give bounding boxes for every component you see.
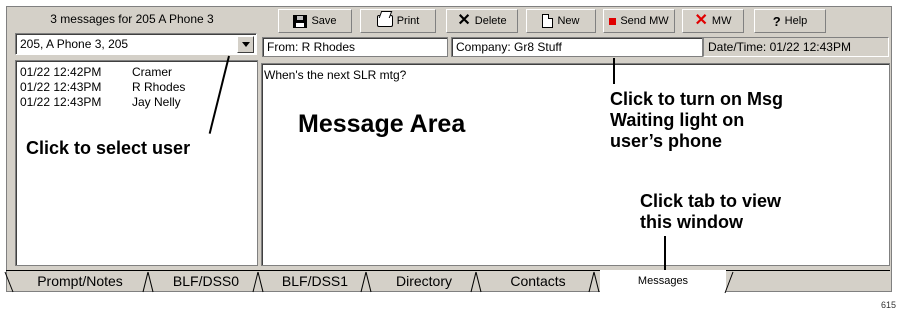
message-time: 01/22 12:43PM bbox=[20, 80, 102, 94]
user-select-dropdown[interactable]: 205, A Phone 3, 205 bbox=[15, 33, 257, 55]
send-mw-label: Send MW bbox=[620, 15, 669, 27]
tab-edge-icon bbox=[4, 271, 14, 293]
tab-messages[interactable]: Messages bbox=[600, 270, 734, 294]
mw-label: MW bbox=[711, 15, 732, 27]
red-square-icon bbox=[609, 17, 617, 25]
tab-edge-icon bbox=[142, 271, 154, 293]
toolbar: Save Print ✕ Delete New Send MW ✕ MW ? H… bbox=[270, 9, 830, 33]
message-count-label: 3 messages for 205 A Phone 3 bbox=[50, 12, 214, 26]
tab-edge-icon bbox=[252, 271, 264, 293]
save-label: Save bbox=[311, 15, 337, 27]
msg-waiting-annotation-line-1: Click to turn on Msg bbox=[610, 89, 783, 109]
printer-icon bbox=[376, 15, 393, 27]
message-area[interactable] bbox=[261, 63, 890, 266]
print-label: Print bbox=[396, 15, 420, 27]
tab-label: Prompt/Notes bbox=[37, 273, 123, 289]
tab-contacts[interactable]: Contacts bbox=[482, 271, 600, 293]
tab-label: BLF/DSS0 bbox=[172, 273, 240, 289]
select-user-annotation: Click to select user bbox=[26, 138, 191, 158]
tab-edge-icon bbox=[724, 271, 734, 294]
msg-waiting-annotation-line-2: Waiting light on bbox=[610, 110, 745, 130]
tab-pointer-line bbox=[664, 236, 666, 270]
send-mw-button[interactable]: Send MW bbox=[603, 9, 675, 33]
help-label: Help bbox=[784, 15, 808, 27]
floppy-disk-icon bbox=[293, 14, 308, 28]
tab-blf-dss0[interactable]: BLF/DSS0 bbox=[154, 271, 264, 293]
tab-label: Contacts bbox=[510, 273, 566, 289]
help-button[interactable]: ? Help bbox=[754, 9, 826, 33]
tab-edge-icon bbox=[360, 271, 372, 293]
msg-waiting-annotation-line-3: user’s phone bbox=[610, 131, 723, 151]
tab-label: BLF/DSS1 bbox=[281, 273, 349, 289]
list-item[interactable]: 01/22 12:43PM Jay Nelly bbox=[20, 95, 257, 110]
user-select-value: 205, A Phone 3, 205 bbox=[20, 37, 129, 51]
save-button[interactable]: Save bbox=[278, 9, 352, 33]
red-x-icon: ✕ bbox=[694, 12, 708, 29]
chevron-down-icon bbox=[241, 42, 250, 47]
tab-blf-dss1[interactable]: BLF/DSS1 bbox=[264, 271, 372, 293]
close-icon: ✕ bbox=[457, 12, 471, 29]
delete-button[interactable]: ✕ Delete bbox=[446, 9, 518, 33]
dropdown-arrow-button[interactable] bbox=[237, 36, 254, 53]
question-mark-icon: ? bbox=[772, 13, 781, 29]
message-time: 01/22 12:42PM bbox=[20, 65, 102, 79]
tab-strip: Prompt/Notes BLF/DSS0 BLF/DSS1 Directory… bbox=[4, 270, 890, 294]
print-button[interactable]: Print bbox=[360, 9, 436, 33]
tab-view-annotation-line-2: this window bbox=[640, 212, 743, 232]
message-sender: Jay Nelly bbox=[132, 95, 181, 109]
tab-view-annotation-line-1: Click tab to view bbox=[640, 191, 782, 211]
tab-directory[interactable]: Directory bbox=[372, 271, 482, 293]
new-label: New bbox=[557, 15, 580, 27]
clear-mw-button[interactable]: ✕ MW bbox=[682, 9, 744, 33]
msg-waiting-pointer-line bbox=[613, 58, 615, 84]
tab-edge-icon bbox=[470, 271, 482, 293]
tab-prompt-notes[interactable]: Prompt/Notes bbox=[4, 271, 154, 293]
message-area-annotation: Message Area bbox=[298, 110, 466, 138]
new-button[interactable]: New bbox=[526, 9, 596, 33]
message-body: When's the next SLR mtg? bbox=[264, 68, 407, 82]
message-sender: Cramer bbox=[132, 65, 173, 79]
message-time: 01/22 12:43PM bbox=[20, 95, 102, 109]
message-sender: R Rhodes bbox=[132, 80, 186, 94]
new-document-icon bbox=[542, 14, 554, 28]
tab-label: Directory bbox=[395, 273, 452, 289]
date-time-field: Date/Time: 01/22 12:43PM bbox=[703, 37, 889, 57]
figure-number: 615 bbox=[880, 300, 896, 310]
from-field: From: R Rhodes bbox=[262, 37, 448, 57]
message-list[interactable]: 01/22 12:42PM Cramer 01/22 12:43PM R Rho… bbox=[15, 60, 258, 266]
tab-label: Messages bbox=[637, 275, 689, 287]
company-field: Company: Gr8 Stuff bbox=[451, 37, 703, 57]
tab-edge-icon bbox=[588, 271, 600, 293]
delete-label: Delete bbox=[474, 15, 507, 27]
